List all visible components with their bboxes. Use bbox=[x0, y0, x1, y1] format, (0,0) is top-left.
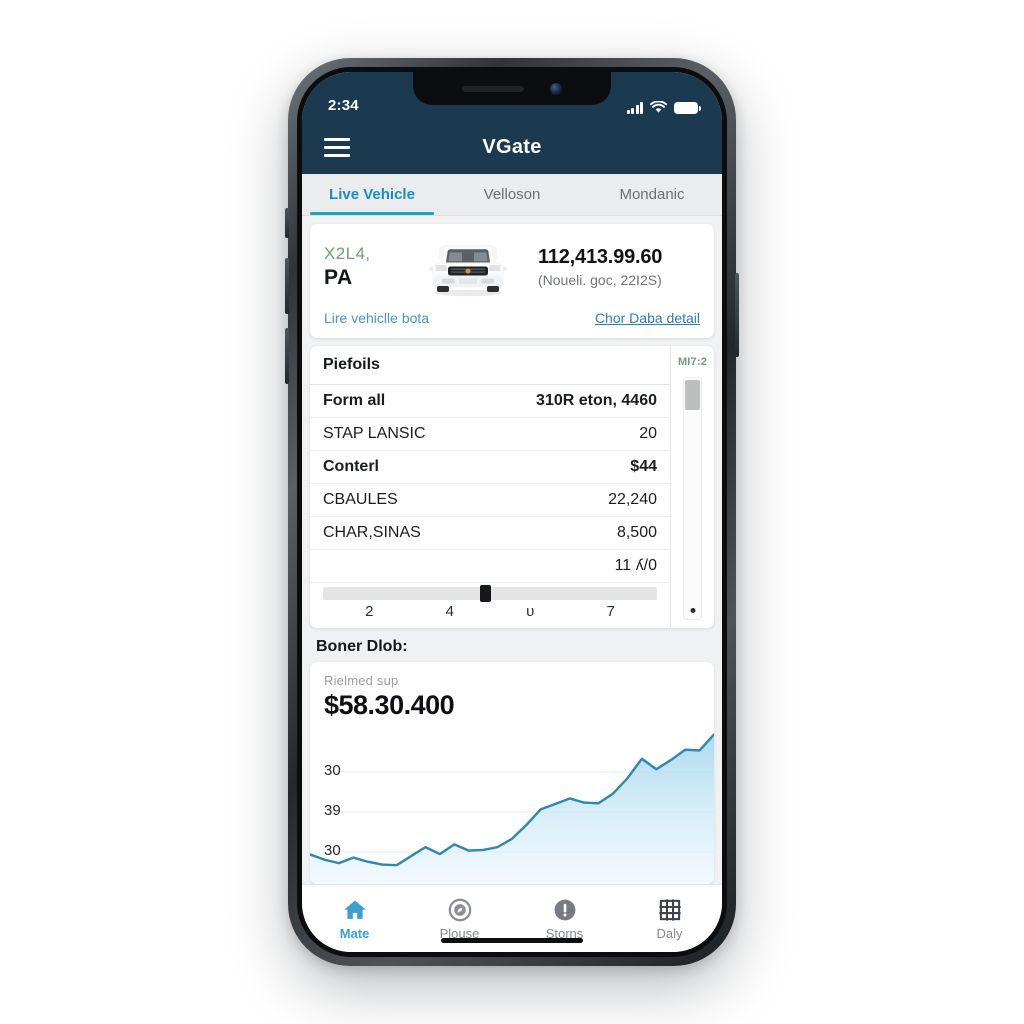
cellular-signal-icon bbox=[626, 102, 643, 114]
row-value: 11 ʎ/0 bbox=[614, 557, 657, 574]
phone-device-frame: 2:34 VGate Live Vehicle Velloson Mondani… bbox=[285, 58, 739, 966]
chart-card: Rielmed sup $58.30.400 30 39 30 bbox=[310, 662, 714, 884]
vehicle-values: 112,413.99.60 (Noueli. goc, 22I2S) bbox=[526, 246, 700, 288]
nav-item-mate[interactable]: Mate bbox=[302, 897, 407, 941]
tab-bar: Live Vehicle Velloson Mondanic bbox=[302, 174, 722, 216]
table-row[interactable]: CHAR,SINAS 8,500 bbox=[310, 517, 670, 550]
phone-screen: 2:34 VGate Live Vehicle Velloson Mondani… bbox=[302, 72, 722, 952]
status-time: 2:34 bbox=[328, 97, 359, 114]
vertical-scrollbar-thumb[interactable] bbox=[685, 380, 700, 410]
scroll-tick: 2 bbox=[365, 603, 374, 620]
vehicle-links-row: Lire vehiclle bota Chor Daba detail bbox=[310, 304, 714, 338]
app-title: VGate bbox=[482, 135, 542, 158]
vehicle-code-top: X2L4, bbox=[324, 244, 371, 263]
silent-switch[interactable] bbox=[285, 208, 289, 238]
main-content: X2L4, PA 112,413.99.60 (Noueli. goc, 22I… bbox=[302, 216, 722, 884]
table-row[interactable]: STAP LANSIC 20 bbox=[310, 418, 670, 451]
row-label: CBAULES bbox=[323, 491, 398, 508]
row-value: 8,500 bbox=[616, 524, 657, 541]
row-value: 22,240 bbox=[608, 491, 657, 508]
chart-heading: Boner Dlob: bbox=[316, 638, 408, 655]
wifi-icon bbox=[650, 101, 667, 113]
details-badge: MI7:2 bbox=[677, 356, 708, 368]
home-indicator[interactable] bbox=[441, 938, 583, 943]
nav-label: Mate bbox=[339, 925, 370, 941]
speaker-grille-icon bbox=[462, 85, 524, 92]
vehicle-secondary-value: (Noueli. goc, 22I2S) bbox=[538, 272, 662, 288]
app-bar: VGate bbox=[302, 120, 722, 174]
details-title: Piefoils bbox=[323, 356, 380, 373]
table-row[interactable]: Form all 310R eton, 4460 bbox=[310, 385, 670, 418]
row-value: 20 bbox=[639, 425, 657, 442]
vehicle-primary-value: 112,413.99.60 bbox=[538, 246, 663, 268]
volume-down-button[interactable] bbox=[285, 328, 289, 384]
horizontal-scrollbar[interactable] bbox=[323, 585, 657, 602]
tab-mondanic[interactable]: Mondanic bbox=[582, 174, 722, 215]
chart-amount: $58.30.400 bbox=[324, 690, 455, 720]
row-label: Conterl bbox=[323, 458, 379, 475]
phone-notch bbox=[413, 72, 611, 105]
power-button[interactable] bbox=[735, 273, 739, 357]
table-row[interactable]: CBAULES 22,240 bbox=[310, 484, 670, 517]
details-table-card: Piefoils Form all 310R eton, 4460 STAP L… bbox=[310, 346, 714, 628]
chart-caption: Rielmed sup bbox=[324, 673, 399, 688]
chart-section: Boner Dlob: Rielmed sup $58.30.400 30 39… bbox=[310, 636, 714, 884]
compass-icon bbox=[448, 898, 471, 921]
white-suv-front-view-image bbox=[429, 245, 507, 297]
horizontal-scrollbar-thumb[interactable] bbox=[479, 585, 491, 602]
vertical-scrollbar[interactable] bbox=[683, 377, 702, 620]
view-data-detail-link[interactable]: Chor Daba detail bbox=[595, 310, 700, 326]
scroll-tick-labels: 2 4 ᴜ 7 bbox=[323, 600, 657, 622]
nav-item-daly[interactable]: Daly bbox=[617, 897, 722, 941]
status-icons bbox=[626, 101, 701, 114]
volume-up-button[interactable] bbox=[285, 258, 289, 314]
vehicle-summary-card: X2L4, PA 112,413.99.60 (Noueli. goc, 22I… bbox=[310, 224, 714, 338]
row-value: $44 bbox=[630, 458, 657, 475]
grid-icon bbox=[658, 898, 681, 921]
hamburger-menu-icon[interactable] bbox=[324, 137, 350, 157]
details-table-header: Piefoils bbox=[310, 346, 670, 385]
phone-bezel: 2:34 VGate Live Vehicle Velloson Mondani… bbox=[297, 67, 727, 957]
nav-item-storns[interactable]: Storns bbox=[512, 897, 617, 941]
area-chart-plot[interactable]: 30 39 30 bbox=[310, 724, 714, 884]
scroll-end-dot-icon bbox=[690, 608, 695, 613]
table-row[interactable]: 11 ʎ/0 bbox=[310, 550, 670, 583]
live-vehicle-data-link[interactable]: Lire vehiclle bota bbox=[324, 310, 429, 326]
front-camera-icon bbox=[550, 82, 562, 95]
scroll-tick: 7 bbox=[606, 603, 615, 620]
scroll-tick: ᴜ bbox=[526, 603, 535, 620]
home-icon bbox=[343, 899, 366, 919]
table-row[interactable]: Conterl $44 bbox=[310, 451, 670, 484]
row-value: 310R eton, 4460 bbox=[536, 392, 657, 409]
row-label: STAP LANSIC bbox=[323, 425, 426, 442]
y-axis-tick-label: 30 bbox=[324, 762, 341, 779]
vehicle-code-bottom: PA bbox=[324, 266, 353, 289]
vehicle-codes: X2L4, PA bbox=[324, 244, 410, 290]
alert-circle-icon bbox=[554, 899, 575, 920]
tab-velloson[interactable]: Velloson bbox=[442, 174, 582, 215]
row-label: CHAR,SINAS bbox=[323, 524, 421, 541]
scroll-tick: 4 bbox=[445, 603, 454, 620]
row-label: Form all bbox=[323, 392, 386, 409]
tab-live-vehicle[interactable]: Live Vehicle bbox=[302, 174, 442, 215]
nav-item-plouse[interactable]: Plouse bbox=[407, 897, 512, 941]
details-side-rail: MI7:2 bbox=[670, 346, 714, 628]
vehicle-summary-row: X2L4, PA 112,413.99.60 (Noueli. goc, 22I… bbox=[310, 224, 714, 304]
nav-label: Daly bbox=[656, 925, 683, 941]
y-axis-tick-label: 39 bbox=[324, 802, 341, 819]
details-horizontal-scroller: 2 4 ᴜ 7 bbox=[310, 583, 670, 628]
battery-icon bbox=[674, 102, 701, 114]
details-table: Piefoils Form all 310R eton, 4460 STAP L… bbox=[310, 346, 670, 628]
area-chart-svg bbox=[310, 724, 714, 884]
y-axis-tick-label: 30 bbox=[324, 842, 341, 859]
